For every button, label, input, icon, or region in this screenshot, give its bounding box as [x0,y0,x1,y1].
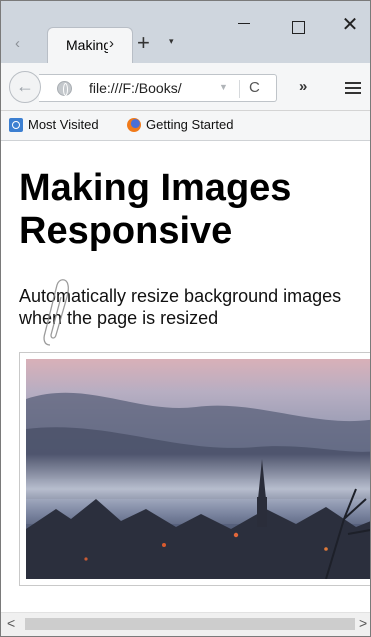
scroll-right-arrow[interactable]: > [359,615,367,631]
scroll-left-arrow[interactable]: < [7,615,15,631]
tab-list-button[interactable]: ▾ [169,36,174,47]
paperclip-icon [43,279,70,346]
scrollbar-thumb[interactable] [25,618,355,630]
misty-village-photo [26,359,370,579]
url-text[interactable]: file:///F:/Books/ [89,80,182,96]
page-description: Automatically resize background images w… [19,286,342,328]
url-history-dropdown[interactable]: ▼ [219,82,228,92]
bookmark-most-visited[interactable]: Most Visited [9,117,99,135]
toolbar-overflow-button[interactable]: » [299,78,307,95]
bookmark-label: Getting Started [146,117,234,132]
hamburger-menu-icon[interactable] [345,82,361,94]
address-bar[interactable]: file:///F:/Books/ ▼ C [39,74,277,102]
tab-strip: ‹ Making Images Responsive › + ▾ ✕ [1,1,370,63]
browser-window: ‹ Making Images Responsive › + ▾ ✕ file:… [0,0,371,637]
back-button[interactable] [9,71,41,103]
maximize-button[interactable] [283,13,313,39]
tab-scroll-right-button[interactable]: › [109,34,114,54]
tab-title: Making Images Responsive [66,37,108,53]
reload-icon[interactable]: C [249,79,260,96]
new-tab-button[interactable]: + [137,31,150,55]
horizontal-scrollbar[interactable]: < > [1,612,370,636]
most-visited-icon [9,117,23,132]
firefox-icon [127,117,141,132]
page-content: Making Images Responsive Automatically r… [1,142,370,612]
tab-active[interactable]: Making Images Responsive [47,27,133,63]
url-separator [239,80,240,98]
bookmark-getting-started[interactable]: Getting Started [127,117,233,135]
minimize-button[interactable] [229,13,259,39]
navigation-toolbar: file:///F:/Books/ ▼ C » [1,63,370,111]
tab-scroll-left-button[interactable]: ‹ [15,34,33,54]
close-button[interactable]: ✕ [335,13,365,39]
page-heading: Making Images Responsive [19,167,292,252]
image-frame [19,352,370,586]
bookmarks-toolbar: Most Visited Getting Started [1,111,370,141]
globe-icon[interactable] [57,81,72,96]
bookmark-label: Most Visited [28,117,99,132]
